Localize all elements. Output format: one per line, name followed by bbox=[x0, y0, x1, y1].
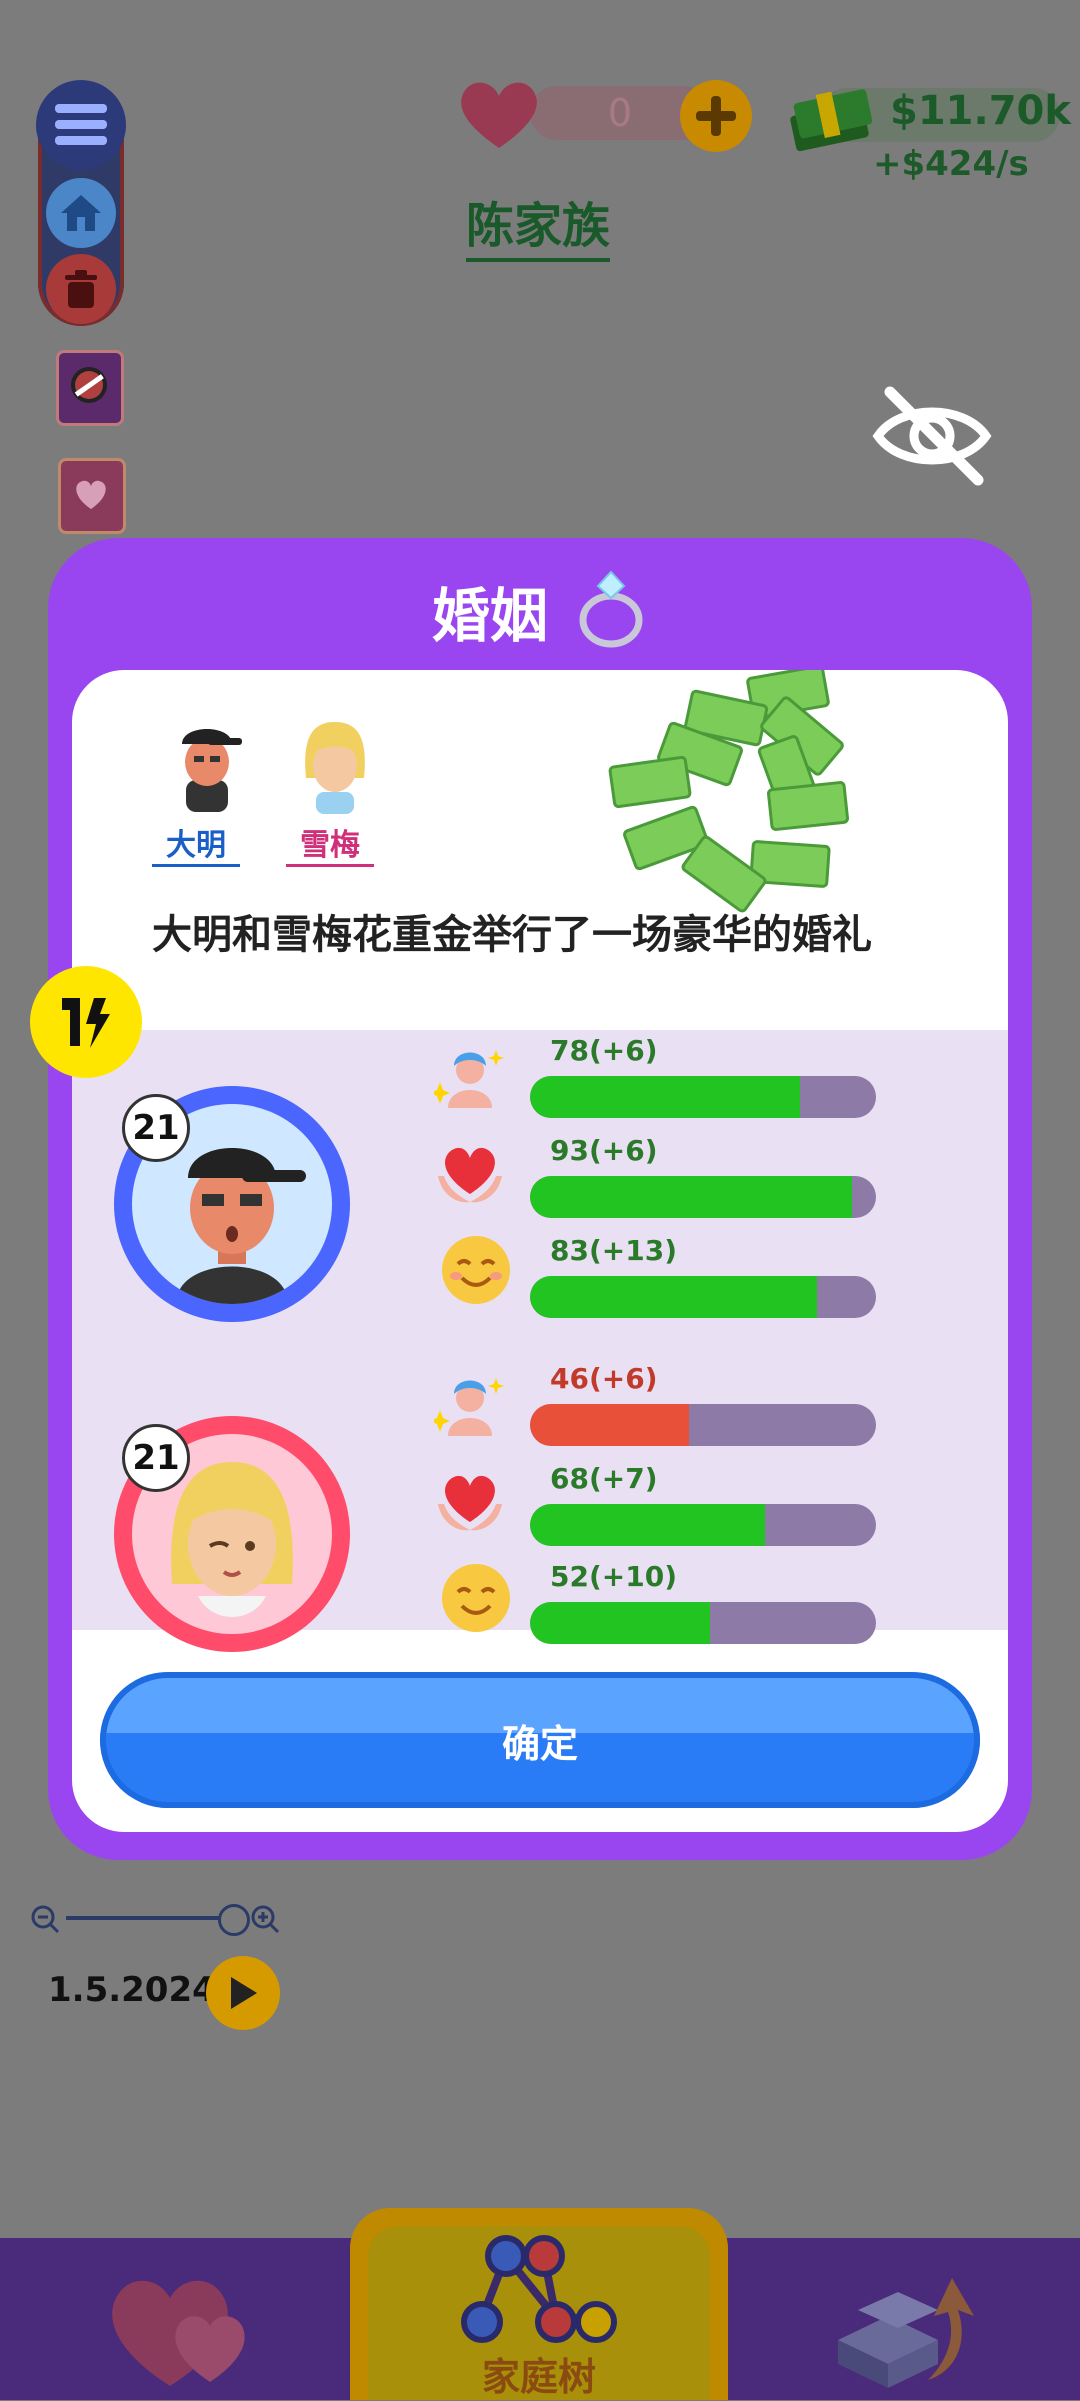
zoom-slider-track[interactable] bbox=[66, 1916, 234, 1920]
marriage-card: 大明 雪梅 大明和雪梅花重金举行了一场豪华的婚礼 21 21 78(+6) 93… bbox=[72, 670, 1008, 1832]
groom-happiness-bar-fill bbox=[530, 1276, 818, 1318]
groom-looks-bar bbox=[530, 1076, 876, 1118]
relationships-tab-icon[interactable] bbox=[100, 2262, 270, 2392]
assets-tab-icon[interactable] bbox=[818, 2270, 988, 2390]
groom-health-bar-fill bbox=[530, 1176, 852, 1218]
no-sign-icon bbox=[71, 367, 107, 403]
groom-health-label: 93(+6) bbox=[550, 1134, 658, 1167]
bride-mini-avatar bbox=[305, 722, 365, 814]
flash-badge-icon[interactable] bbox=[30, 966, 142, 1078]
hearts-count: 0 bbox=[607, 91, 633, 135]
heart-book-icon bbox=[76, 480, 106, 509]
family-name[interactable]: 陈家族 bbox=[466, 186, 611, 262]
groom-looks-label: 78(+6) bbox=[550, 1034, 658, 1067]
modal-title-text: 婚姻 bbox=[431, 582, 548, 650]
family-tree-icon bbox=[461, 2235, 617, 2343]
smile-icon bbox=[442, 1236, 510, 1304]
bride-looks-bar bbox=[530, 1404, 876, 1446]
looks-icon bbox=[434, 1378, 504, 1436]
zoom-slider-handle[interactable] bbox=[218, 1904, 250, 1936]
heart-hands-icon bbox=[438, 1147, 502, 1203]
bride-name-label: 雪梅 bbox=[286, 820, 374, 867]
groom-happiness-label: 83(+13) bbox=[550, 1234, 677, 1267]
menu-button[interactable] bbox=[36, 80, 126, 170]
hide-ui-eye-icon[interactable] bbox=[870, 384, 994, 488]
bride-looks-label: 46(+6) bbox=[550, 1362, 658, 1395]
home-icon bbox=[61, 195, 101, 231]
ring-icon bbox=[579, 570, 643, 648]
money-rate: +$424/s bbox=[873, 144, 1029, 184]
stats-panel: 21 21 78(+6) 93(+6) 83(+13) 46(+6) 68(+7… bbox=[72, 1030, 1008, 1652]
bride-age-badge: 21 bbox=[122, 1424, 190, 1492]
money-amount: $11.70k bbox=[890, 88, 1071, 134]
bride-health-label: 68(+7) bbox=[550, 1462, 658, 1495]
no-adult-book-button[interactable] bbox=[56, 350, 124, 426]
big-heart-icon bbox=[461, 82, 537, 148]
zoom-out-icon[interactable] bbox=[30, 1904, 60, 1934]
plus-icon bbox=[696, 96, 736, 136]
groom-name-label: 大明 bbox=[152, 820, 240, 867]
play-icon bbox=[231, 1977, 257, 2009]
bride-looks-bar-fill bbox=[530, 1404, 690, 1446]
confirm-button[interactable]: 确定 bbox=[100, 1672, 980, 1808]
love-book-button[interactable] bbox=[58, 458, 126, 534]
groom-happiness-bar bbox=[530, 1276, 876, 1318]
cash-stack-icon bbox=[790, 89, 873, 152]
bride-happiness-label: 52(+10) bbox=[550, 1560, 677, 1593]
groom-looks-bar-fill bbox=[530, 1076, 800, 1118]
bride-happiness-bar-fill bbox=[530, 1602, 710, 1644]
groom-age-badge: 21 bbox=[122, 1094, 190, 1162]
modal-title: 婚姻 bbox=[0, 568, 1080, 653]
bride-happiness-bar bbox=[530, 1602, 876, 1644]
looks-icon bbox=[434, 1050, 504, 1108]
bride-health-bar-fill bbox=[530, 1504, 766, 1546]
heart-hands-icon bbox=[438, 1475, 502, 1531]
money-rain-decoration bbox=[608, 670, 849, 913]
hamburger-icon bbox=[55, 104, 107, 145]
add-hearts-button[interactable] bbox=[680, 80, 752, 152]
home-button[interactable] bbox=[46, 178, 116, 248]
play-button[interactable] bbox=[206, 1956, 280, 2030]
marriage-description: 大明和雪梅花重金举行了一场豪华的婚礼 bbox=[152, 912, 872, 958]
groom-mini-avatar bbox=[182, 729, 242, 812]
lightning-icon bbox=[62, 998, 110, 1048]
current-date: 1.5.2024 bbox=[48, 1970, 216, 2010]
zoom-in-icon[interactable] bbox=[250, 1904, 280, 1934]
family-tree-tab-label: 家庭树 bbox=[481, 2355, 596, 2399]
smile-icon bbox=[442, 1564, 510, 1632]
delete-button[interactable] bbox=[46, 254, 116, 324]
bride-health-bar bbox=[530, 1504, 876, 1546]
side-menu bbox=[36, 80, 126, 326]
trash-icon bbox=[65, 270, 97, 308]
groom-health-bar bbox=[530, 1176, 876, 1218]
